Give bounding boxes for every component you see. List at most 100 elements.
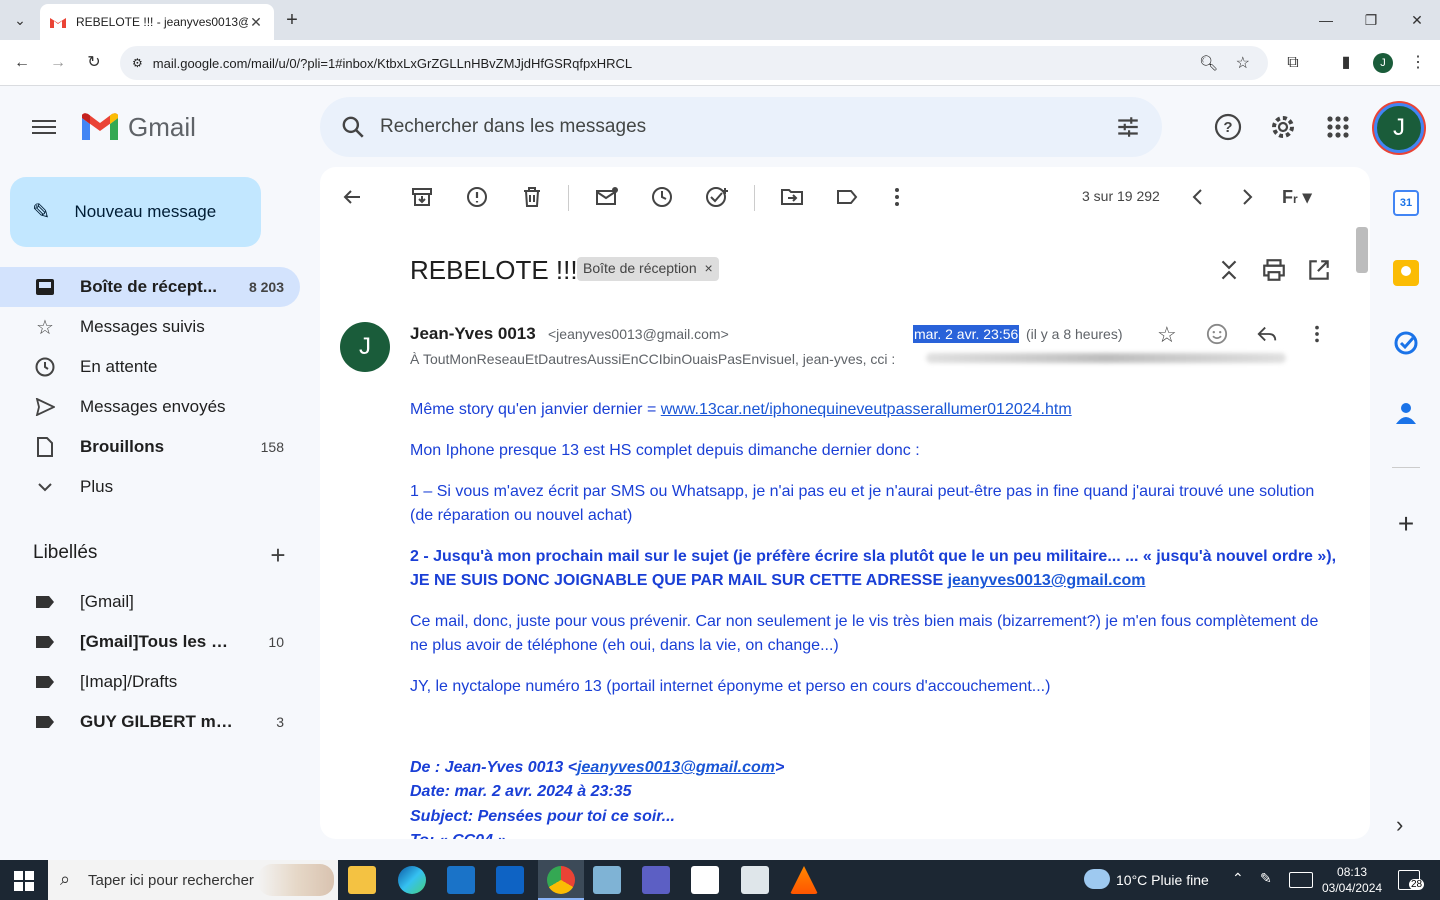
move-to-folder-icon[interactable]	[780, 185, 804, 209]
label-item-label: [Gmail]	[80, 592, 134, 611]
sidebar-item-sent[interactable]: Messages envoyés	[0, 387, 300, 427]
file-explorer-icon[interactable]	[348, 866, 376, 894]
profile-avatar[interactable]: J	[1373, 53, 1393, 73]
close-tab-icon[interactable]: ✕	[248, 14, 264, 31]
taskbar-search[interactable]: ⌕ Taper ici pour rechercher	[48, 860, 338, 900]
body-email-link[interactable]: jeanyves0013@gmail.com	[948, 572, 1146, 589]
gmail-logo[interactable]: Gmail	[80, 110, 196, 144]
message-more-icon[interactable]	[1306, 323, 1328, 345]
body-link[interactable]: www.13car.net/iphonequineveutpasserallum…	[661, 401, 1072, 418]
browser-tab-bar: ⌄ REBELOTE !!! - jeanyves0013@g ✕ + — ❐ …	[0, 0, 1440, 40]
sidebar-item-drafts[interactable]: Brouillons 158	[0, 427, 300, 467]
label-as-icon[interactable]	[835, 185, 859, 209]
notifications-icon[interactable]: 28	[1398, 870, 1425, 890]
email-date[interactable]: mar. 2 avr. 23:56	[913, 325, 1020, 343]
edge-browser-icon[interactable]	[398, 866, 426, 894]
app-icon-1[interactable]	[447, 866, 475, 894]
print-icon[interactable]	[1261, 257, 1287, 283]
chevron-down-icon	[34, 476, 56, 498]
keyboard-icon[interactable]	[1289, 872, 1313, 888]
account-avatar[interactable]: J	[1374, 103, 1424, 153]
bookmark-star-icon[interactable]: ☆	[1236, 53, 1250, 73]
more-actions-icon[interactable]	[885, 185, 909, 209]
get-addons-plus-icon[interactable]: +	[1393, 508, 1419, 540]
sidebar-item-starred[interactable]: ☆ Messages suivis	[0, 307, 300, 347]
close-window-icon[interactable]: ✕	[1407, 10, 1427, 30]
older-message-chevron-icon[interactable]	[1235, 185, 1259, 209]
label-item-gmail[interactable]: [Gmail]	[0, 582, 300, 622]
label-chip[interactable]: Boîte de réception ×	[577, 257, 719, 281]
label-item-label: GUY GILBERT mail...	[80, 712, 240, 731]
remove-label-icon[interactable]: ×	[705, 260, 713, 276]
recipients-line[interactable]: À ToutMonReseauEtDautresAussiEnCCIbinOua…	[410, 351, 895, 367]
site-settings-icon[interactable]: ⚙	[132, 56, 143, 70]
mark-unread-icon[interactable]	[595, 185, 619, 209]
add-reaction-emoji-icon[interactable]	[1206, 323, 1228, 345]
forwarded-from-link[interactable]: jeanyves0013@gmail.com	[577, 759, 775, 776]
sidebar-item-inbox[interactable]: Boîte de récept... 8 203	[0, 267, 300, 307]
sender-name[interactable]: Jean-Yves 0013	[410, 324, 536, 344]
new-tab-icon[interactable]: +	[282, 10, 302, 30]
calendar-icon[interactable]: 31	[1393, 190, 1419, 216]
weather-text[interactable]: 10°C Pluie fine	[1116, 872, 1209, 888]
expand-panel-chevron-icon[interactable]: ›	[1396, 812, 1403, 838]
body-paragraph-1: Même story qu'en janvier dernier = www.1…	[410, 398, 1340, 422]
show-hidden-icons-icon[interactable]: ⌃	[1232, 870, 1244, 887]
back-to-inbox-icon[interactable]	[340, 185, 364, 209]
store-icon[interactable]	[691, 866, 719, 894]
star-icon: ☆	[36, 316, 54, 339]
system-clock[interactable]: 08:13 03/04/2024	[1322, 864, 1382, 896]
pen-icon[interactable]: ✎	[1260, 870, 1272, 887]
input-tools-icon[interactable]: Fr ▾	[1282, 187, 1312, 208]
compose-button[interactable]: ✎ Nouveau message	[10, 177, 261, 247]
label-item-imap-drafts[interactable]: [Imap]/Drafts	[0, 662, 300, 702]
star-message-icon[interactable]: ☆	[1157, 322, 1177, 348]
side-panel-icon[interactable]: ▮	[1336, 53, 1356, 73]
help-icon[interactable]: ?	[1212, 111, 1244, 143]
scrollbar-thumb[interactable]	[1356, 227, 1368, 273]
label-item-guy-gilbert[interactable]: GUY GILBERT mail... 3	[0, 702, 300, 742]
browser-tab[interactable]: REBELOTE !!! - jeanyves0013@g ✕	[40, 4, 274, 40]
label-item-gmail-all[interactable]: [Gmail]Tous les m... 10	[0, 622, 300, 662]
settings-gear-icon[interactable]	[1267, 111, 1299, 143]
app-icon-4[interactable]	[741, 866, 769, 894]
search-bar[interactable]: Rechercher dans les messages	[320, 97, 1162, 157]
add-to-tasks-icon[interactable]	[705, 185, 729, 209]
keep-notes-icon[interactable]	[1393, 260, 1419, 286]
app-icon-2[interactable]	[593, 866, 621, 894]
back-icon[interactable]: ←	[12, 53, 32, 73]
chrome-taskbar-button[interactable]	[538, 860, 584, 900]
search-input[interactable]: Rechercher dans les messages	[380, 116, 646, 138]
apps-grid-icon[interactable]	[1322, 111, 1354, 143]
contacts-icon[interactable]	[1393, 400, 1419, 426]
mail-app-icon[interactable]	[496, 866, 524, 894]
browser-menu-icon[interactable]: ⋮	[1408, 53, 1428, 73]
add-label-icon[interactable]: +	[266, 540, 290, 571]
forward-icon[interactable]: →	[48, 53, 68, 73]
tasks-icon[interactable]	[1393, 330, 1419, 356]
sidebar-item-snoozed[interactable]: En attente	[0, 347, 300, 387]
collapse-all-icon[interactable]	[1216, 257, 1242, 283]
maximize-icon[interactable]: ❐	[1361, 10, 1381, 30]
zoom-icon[interactable]: 🔍︎	[1199, 54, 1218, 72]
report-spam-icon[interactable]	[465, 185, 489, 209]
app-icon-3[interactable]	[642, 866, 670, 894]
newer-message-chevron-icon[interactable]	[1186, 185, 1210, 209]
search-icon[interactable]	[340, 114, 366, 140]
open-in-new-window-icon[interactable]	[1306, 257, 1332, 283]
reload-icon[interactable]: ↻	[84, 53, 104, 73]
archive-icon[interactable]	[410, 185, 434, 209]
minimize-icon[interactable]: —	[1316, 10, 1336, 30]
sidebar-item-more[interactable]: Plus	[0, 467, 300, 507]
vlc-icon[interactable]	[790, 866, 818, 894]
sender-avatar[interactable]: J	[340, 322, 390, 372]
windows-start-icon[interactable]	[14, 871, 34, 891]
snooze-clock-icon[interactable]	[650, 185, 674, 209]
search-options-icon[interactable]	[1115, 114, 1141, 140]
tab-search-chevron-icon[interactable]: ⌄	[10, 10, 30, 30]
extensions-icon[interactable]: ⧉	[1283, 53, 1303, 73]
url-omnibox[interactable]: ⚙ mail.google.com/mail/u/0/?pli=1#inbox/…	[120, 46, 1268, 80]
reply-icon[interactable]	[1256, 323, 1278, 345]
delete-trash-icon[interactable]	[520, 185, 544, 209]
main-menu-icon[interactable]	[32, 116, 56, 136]
